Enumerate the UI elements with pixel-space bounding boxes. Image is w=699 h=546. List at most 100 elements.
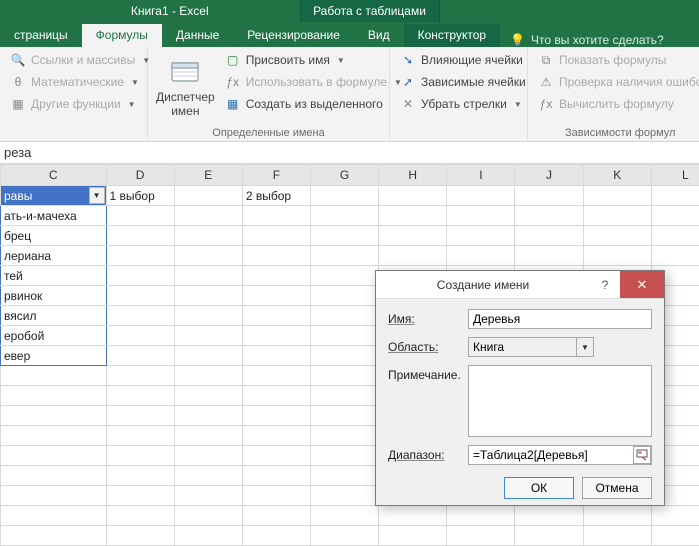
tab-formulas[interactable]: Формулы	[82, 24, 162, 47]
table-row[interactable]: лериана	[1, 246, 107, 266]
tab-page-layout[interactable]: страницы	[0, 24, 82, 47]
btn-use-in-formula[interactable]: ƒx Использовать в формуле ▼	[221, 72, 406, 92]
tag-icon: ▢	[225, 52, 241, 68]
col-header[interactable]: L	[651, 165, 699, 186]
formula-bar[interactable]: реза	[0, 142, 699, 164]
tell-me-search[interactable]: 💡 Что вы хотите сделать?	[500, 33, 674, 47]
btn-show-formulas[interactable]: ⧉ Показать формулы	[534, 50, 699, 70]
close-icon: ✕	[637, 277, 648, 293]
chevron-down-icon: ▼	[514, 100, 522, 109]
label-name: Имя:	[388, 309, 460, 326]
tab-view[interactable]: Вид	[354, 24, 404, 47]
help-button[interactable]: ?	[590, 278, 620, 292]
close-button[interactable]: ✕	[620, 271, 664, 298]
cell[interactable]	[174, 186, 242, 206]
tab-table-design[interactable]: Конструктор	[404, 24, 500, 47]
lightbulb-icon: 💡	[510, 33, 525, 47]
btn-label: Другие функции	[31, 97, 121, 111]
more-functions-icon: ▦	[10, 96, 26, 112]
table-column-header[interactable]: равы ▼	[1, 186, 107, 206]
cancel-button[interactable]: Отмена	[582, 477, 652, 499]
lookup-icon: 🔍	[10, 52, 26, 68]
btn-evaluate-formula[interactable]: ƒx Вычислить формулу	[534, 94, 699, 114]
chevron-down-icon[interactable]: ▼	[576, 338, 593, 356]
group-label-formula-auditing: Зависимости формул	[534, 125, 699, 139]
btn-label: Использовать в формуле	[246, 75, 387, 89]
chevron-down-icon: ▼	[128, 100, 136, 109]
btn-create-from-selection[interactable]: ▦ Создать из выделенного	[221, 94, 406, 114]
col-header[interactable]: G	[311, 165, 379, 186]
btn-label: Математические	[31, 75, 124, 89]
ok-button[interactable]: ОК	[504, 477, 574, 499]
btn-remove-arrows[interactable]: ✕ Убрать стрелки ▼	[396, 94, 530, 114]
tell-me-label: Что вы хотите сделать?	[531, 33, 664, 47]
dialog-new-name: Создание имени ? ✕ Имя: Область: ▼ Приме…	[375, 270, 665, 506]
btn-label: Вычислить формулу	[559, 97, 674, 111]
ribbon: 🔍 Ссылки и массивы ▼ θ Математические ▼ …	[0, 47, 699, 142]
ribbon-tabs: страницы Формулы Данные Рецензирование В…	[0, 22, 699, 47]
col-header[interactable]: H	[379, 165, 447, 186]
col-header[interactable]: C	[1, 165, 107, 186]
table-row[interactable]: рвинок	[1, 286, 107, 306]
col-header[interactable]: E	[174, 165, 242, 186]
contextual-tab-title: Работа с таблицами	[300, 0, 440, 22]
btn-more-functions[interactable]: ▦ Другие функции ▼	[6, 94, 154, 114]
create-selection-icon: ▦	[225, 96, 241, 112]
input-name[interactable]	[468, 309, 652, 329]
btn-label: Ссылки и массивы	[31, 53, 135, 67]
label-range: Диапазон:	[388, 445, 460, 462]
formula-bar-text: реза	[4, 145, 31, 160]
btn-math-trig[interactable]: θ Математические ▼	[6, 72, 154, 92]
btn-trace-precedents[interactable]: ➘ Влияющие ячейки	[396, 50, 530, 70]
title-bar: Книга1 - Excel Работа с таблицами	[0, 0, 699, 22]
range-picker-icon	[636, 449, 648, 461]
input-range[interactable]	[468, 445, 652, 465]
btn-label: Проверка наличия ошибо	[559, 75, 699, 89]
table-row[interactable]: еробой	[1, 326, 107, 346]
dialog-title-bar[interactable]: Создание имени ? ✕	[376, 271, 664, 299]
label-comment: Примечание.	[388, 365, 460, 382]
cell[interactable]: 1 выбор	[106, 186, 174, 206]
col-header[interactable]: I	[447, 165, 515, 186]
error-check-icon: ⚠	[538, 74, 554, 90]
btn-lookup-reference[interactable]: 🔍 Ссылки и массивы ▼	[6, 50, 154, 70]
dependents-icon: ➚	[400, 74, 416, 90]
table-row[interactable]: ать-и-мачеха	[1, 206, 107, 226]
btn-label: Диспетчер имен	[156, 91, 215, 117]
btn-label: Показать формулы	[559, 53, 666, 67]
btn-name-manager[interactable]: Диспетчер имен	[154, 50, 217, 125]
table-row[interactable]: брец	[1, 226, 107, 246]
tab-review[interactable]: Рецензирование	[233, 24, 354, 47]
chevron-down-icon: ▼	[131, 78, 139, 87]
name-manager-icon	[169, 57, 201, 89]
chevron-down-icon: ▼	[337, 56, 345, 65]
table-row[interactable]: евер	[1, 346, 107, 366]
dialog-title: Создание имени	[376, 278, 590, 292]
col-header[interactable]: F	[242, 165, 310, 186]
btn-label: Создать из выделенного	[246, 97, 383, 111]
tab-data[interactable]: Данные	[162, 24, 233, 47]
cell[interactable]: 2 выбор	[242, 186, 310, 206]
precedents-icon: ➘	[400, 52, 416, 68]
btn-label: Влияющие ячейки	[421, 53, 523, 67]
input-comment[interactable]	[468, 365, 652, 437]
btn-error-checking[interactable]: ⚠ Проверка наличия ошибо	[534, 72, 699, 92]
group-label-defined-names: Определенные имена	[154, 125, 383, 139]
column-headers-row: C D E F G H I J K L	[1, 165, 699, 186]
table-row[interactable]: вясил	[1, 306, 107, 326]
document-title: Книга1 - Excel	[0, 4, 300, 18]
btn-trace-dependents[interactable]: ➚ Зависимые ячейки	[396, 72, 530, 92]
btn-label: Присвоить имя	[246, 53, 330, 67]
collapse-dialog-button[interactable]	[633, 446, 651, 464]
table-row[interactable]: тей	[1, 266, 107, 286]
col-header[interactable]: J	[515, 165, 583, 186]
evaluate-icon: ƒx	[538, 96, 554, 112]
select-scope[interactable]: ▼	[468, 337, 594, 357]
btn-label: Убрать стрелки	[421, 97, 507, 111]
col-header[interactable]: K	[583, 165, 651, 186]
filter-dropdown-button[interactable]: ▼	[89, 187, 105, 204]
col-header[interactable]: D	[106, 165, 174, 186]
btn-define-name[interactable]: ▢ Присвоить имя ▼	[221, 50, 406, 70]
remove-arrows-icon: ✕	[400, 96, 416, 112]
fx-icon: ƒx	[225, 74, 241, 90]
